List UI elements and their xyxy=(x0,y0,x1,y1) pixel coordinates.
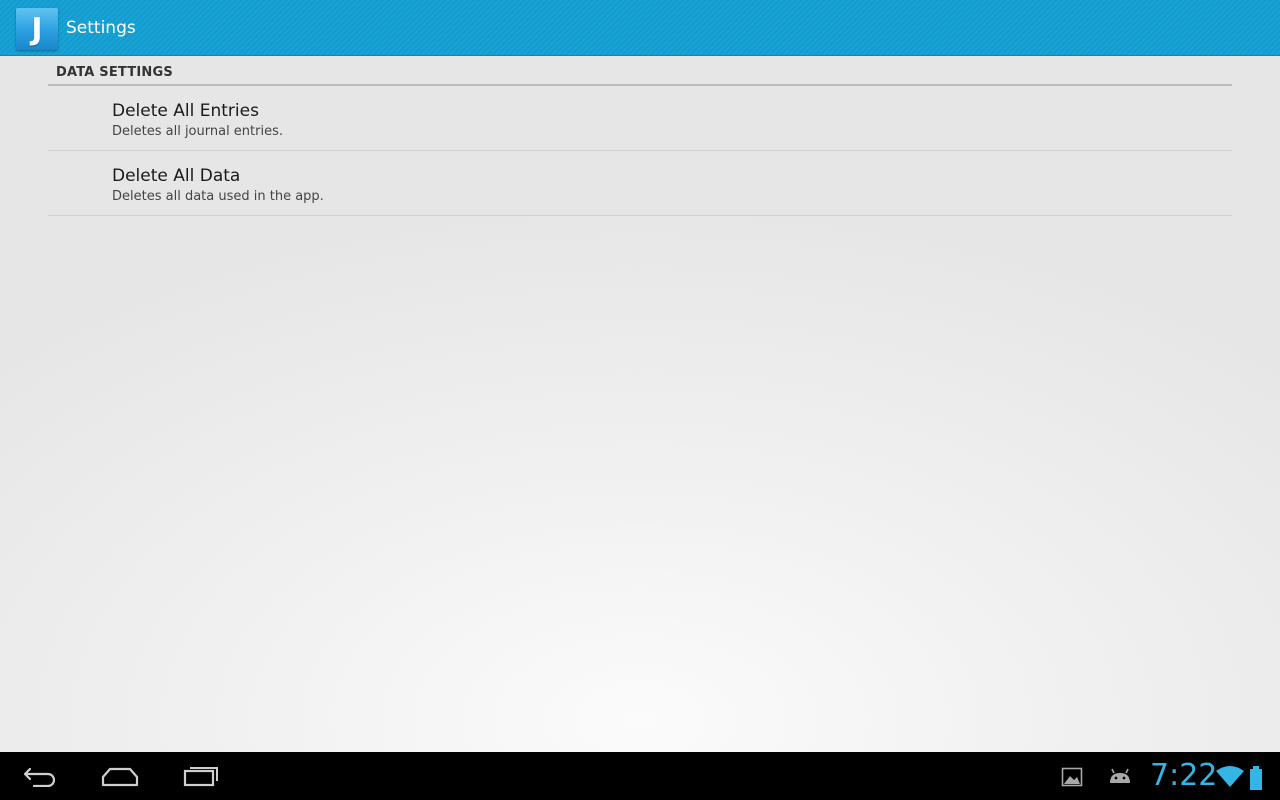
status-clock[interactable]: 7:22 xyxy=(1150,758,1217,794)
recent-apps-button[interactable] xyxy=(177,760,225,792)
pref-delete-all-entries[interactable]: Delete All Entries Deletes all journal e… xyxy=(48,86,1232,151)
battery-icon xyxy=(1250,766,1262,790)
app-icon-letter: J xyxy=(31,12,43,47)
back-icon xyxy=(23,767,56,787)
wifi-status xyxy=(1214,764,1246,790)
wifi-icon xyxy=(1216,766,1244,787)
page-title: Settings xyxy=(66,18,136,38)
battery-status xyxy=(1246,764,1266,792)
android-notification[interactable] xyxy=(1106,766,1134,788)
pref-summary: Deletes all data used in the app. xyxy=(112,189,324,204)
section-header-data-settings: DATA SETTINGS xyxy=(48,56,1232,86)
recent-apps-icon xyxy=(183,767,218,787)
app-icon[interactable]: J xyxy=(16,8,58,50)
pref-title: Delete All Entries xyxy=(112,101,259,121)
pref-title: Delete All Data xyxy=(112,166,241,186)
settings-list: DATA SETTINGS Delete All Entries Deletes… xyxy=(48,56,1232,216)
gallery-notification-icon xyxy=(1061,767,1083,787)
back-button[interactable] xyxy=(16,760,64,792)
home-button[interactable] xyxy=(96,760,144,792)
action-bar: J Settings xyxy=(0,0,1280,56)
system-nav-bar xyxy=(0,752,1280,800)
android-notification-icon xyxy=(1110,768,1130,783)
pref-summary: Deletes all journal entries. xyxy=(112,124,284,139)
pref-delete-all-data[interactable]: Delete All Data Deletes all data used in… xyxy=(48,151,1232,216)
home-icon xyxy=(101,767,139,787)
gallery-notification[interactable] xyxy=(1060,766,1084,788)
